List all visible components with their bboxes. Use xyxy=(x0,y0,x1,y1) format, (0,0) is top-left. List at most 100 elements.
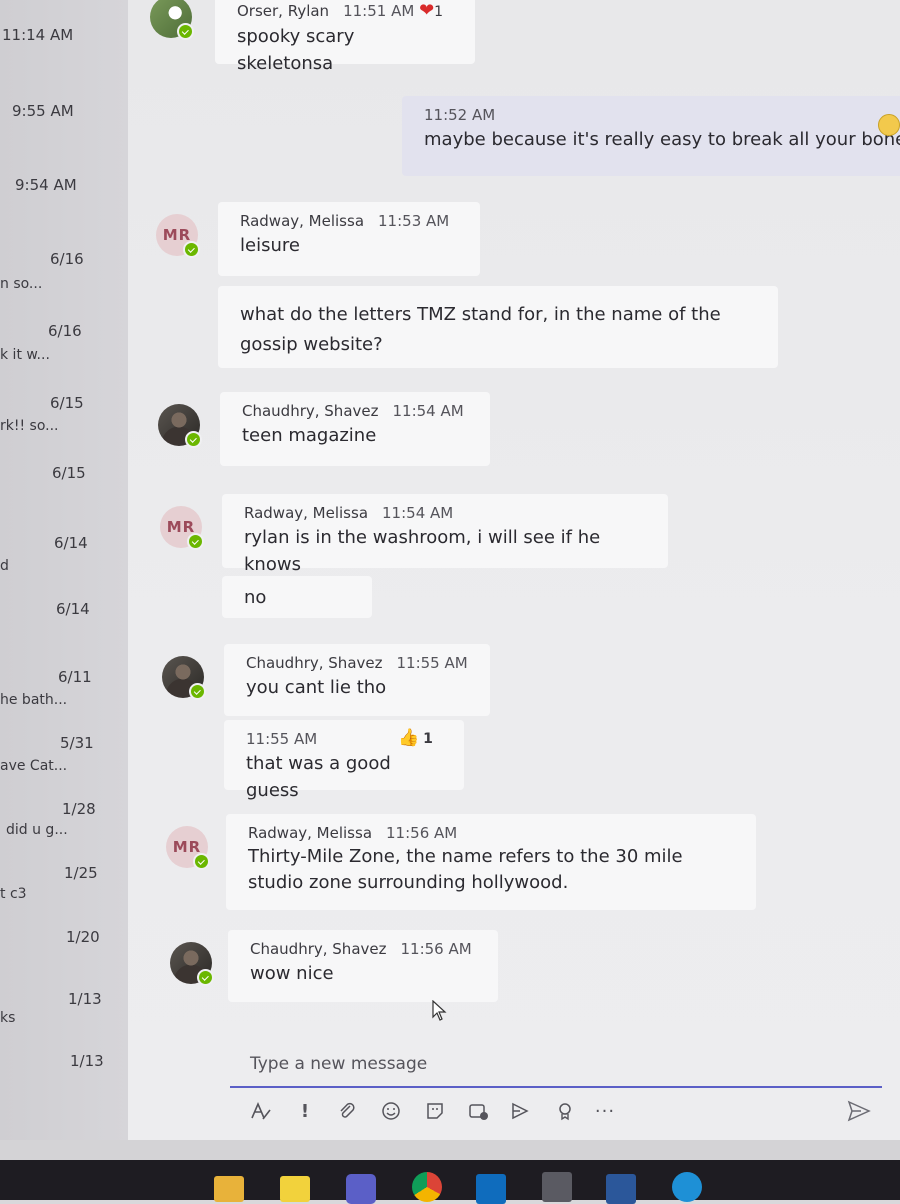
presence-available-icon xyxy=(189,683,206,700)
chat-list-item[interactable]: 6/16 k it w... xyxy=(0,316,128,376)
message-time: 11:56 AM xyxy=(386,824,458,842)
message-compose-input[interactable]: Type a new message xyxy=(230,1040,882,1088)
avatar[interactable]: MR xyxy=(160,506,204,550)
avatar[interactable]: MR xyxy=(166,826,210,870)
message-text: no xyxy=(244,587,267,608)
sticky-notes-icon[interactable] xyxy=(280,1176,310,1202)
chat-list-item[interactable]: 6/14 xyxy=(0,594,128,654)
message-text: leisure xyxy=(240,235,300,256)
chat-list-preview: k it w... xyxy=(0,347,50,363)
chat-list-item[interactable]: 9:54 AM xyxy=(0,170,128,230)
message-bubble[interactable]: Chaudhry, Shavez 11:55 AM you cant lie th… xyxy=(224,644,490,716)
sender-name: Radway, Melissa xyxy=(248,824,373,842)
meet-icon[interactable] xyxy=(464,1096,494,1126)
chat-list-time: 1/25 xyxy=(64,864,98,882)
internet-explorer-icon[interactable] xyxy=(672,1172,702,1202)
chat-list-item[interactable]: 6/11 he bath... xyxy=(0,662,128,722)
message-text: what do the letters TMZ stand for, in th… xyxy=(240,304,721,355)
avatar[interactable]: MR xyxy=(156,214,200,258)
chat-list-time: 9:55 AM xyxy=(12,102,74,120)
praise-icon[interactable] xyxy=(550,1096,580,1126)
chat-list-item[interactable]: 1/13 ks xyxy=(0,984,128,1044)
sticker-icon[interactable] xyxy=(420,1096,450,1126)
chat-list-time: 11:14 AM xyxy=(2,26,74,44)
important-icon[interactable]: ! xyxy=(290,1096,320,1126)
emoji-reaction-icon[interactable] xyxy=(878,114,900,136)
compose-toolbar: ! ··· xyxy=(240,1096,880,1126)
chat-list-time: 1/20 xyxy=(66,928,100,946)
chat-list-preview: d xyxy=(0,558,9,574)
message-time: 11:54 AM xyxy=(382,504,454,522)
reaction-count: 1 xyxy=(423,731,433,747)
heart-reaction-icon[interactable]: ❤ xyxy=(419,0,434,21)
windows-taskbar xyxy=(0,1160,900,1200)
presence-available-icon xyxy=(183,241,200,258)
message-bubble[interactable]: Radway, Melissa 11:56 AM Thirty-Mile Zone… xyxy=(226,814,756,910)
chat-list-time: 6/15 xyxy=(52,464,86,482)
chat-list-preview: he bath... xyxy=(0,692,68,708)
message-bubble[interactable]: Radway, Melissa 11:53 AM leisure xyxy=(218,202,480,276)
chat-list-time: 6/14 xyxy=(56,600,90,618)
chat-list-time: 6/14 xyxy=(54,534,88,552)
chrome-icon[interactable] xyxy=(412,1172,442,1202)
chat-list-preview: rk!! so... xyxy=(0,418,59,434)
chat-list-item[interactable]: 1/28 did u g... xyxy=(0,794,128,854)
message-bubble[interactable]: no xyxy=(222,576,372,618)
message-bubble[interactable]: Chaudhry, Shavez 11:54 AM teen magazine xyxy=(220,392,490,466)
chat-list-item[interactable]: 6/15 rk!! so... xyxy=(0,388,128,448)
sender-name: Chaudhry, Shavez xyxy=(250,940,387,958)
file-explorer-icon[interactable] xyxy=(214,1176,244,1202)
chat-list-item[interactable]: 1/13 xyxy=(0,1046,128,1106)
my-message-bubble[interactable]: 11:52 AM maybe because it's really easy … xyxy=(402,96,900,176)
attach-icon[interactable] xyxy=(332,1096,362,1126)
more-options-icon[interactable]: ··· xyxy=(590,1096,620,1126)
message-time: 11:52 AM xyxy=(424,106,496,124)
chat-list-preview: ave Cat... xyxy=(0,758,68,774)
chat-list-time: 1/13 xyxy=(70,1052,104,1070)
calculator-icon[interactable] xyxy=(542,1172,572,1202)
message-text: Thirty-Mile Zone, the name refers to the… xyxy=(248,846,683,893)
message-text: rylan is in the washroom, i will see if … xyxy=(244,527,601,575)
message-bubble[interactable]: Radway, Melissa 11:54 AM rylan is in the … xyxy=(222,494,668,575)
message-text: maybe because it's really easy to break … xyxy=(424,129,900,150)
presence-available-icon xyxy=(187,533,204,550)
chat-list-time: 1/13 xyxy=(68,990,102,1008)
chat-list-time: 6/15 xyxy=(50,394,84,412)
chat-list-item[interactable]: 6/15 xyxy=(0,458,128,518)
chat-list-item[interactable]: 1/25 t c3 xyxy=(0,858,128,918)
chat-list-time: 5/31 xyxy=(60,734,94,752)
avatar[interactable] xyxy=(170,942,214,986)
message-time: 11:56 AM xyxy=(400,940,472,958)
window-bottom-edge xyxy=(0,1140,900,1160)
presence-available-icon xyxy=(185,431,202,448)
avatar[interactable] xyxy=(162,656,206,700)
send-button[interactable] xyxy=(844,1096,874,1126)
presence-available-icon xyxy=(197,969,214,986)
message-bubble[interactable]: Orser, Rylan 11:51 AM ❤1 spooky scary ske… xyxy=(215,0,475,74)
chat-list-preview: n so... xyxy=(0,276,43,292)
emoji-icon[interactable] xyxy=(376,1096,406,1126)
format-icon[interactable] xyxy=(246,1096,276,1126)
chat-list-item[interactable]: 6/14 d xyxy=(0,528,128,588)
stream-icon[interactable] xyxy=(506,1096,536,1126)
sender-name: Orser, Rylan xyxy=(237,2,330,20)
chat-list-item[interactable]: 9:55 AM xyxy=(0,96,128,156)
reaction-count: 1 xyxy=(434,4,444,20)
message-bubble[interactable]: what do the letters TMZ stand for, in th… xyxy=(218,286,778,368)
chat-list-item[interactable]: 6/16 n so... xyxy=(0,244,128,304)
avatar[interactable] xyxy=(158,404,202,448)
chat-list-item[interactable]: 11:14 AM xyxy=(0,20,128,80)
avatar[interactable] xyxy=(150,0,194,40)
chat-list-item[interactable]: 1/20 xyxy=(0,922,128,982)
thumbs-up-reaction-icon[interactable]: 👍 xyxy=(398,728,419,748)
message-text: that was a good guess xyxy=(246,753,391,801)
sender-name: Radway, Melissa xyxy=(244,504,369,522)
chat-list-item[interactable]: 5/31 ave Cat... xyxy=(0,728,128,788)
message-bubble[interactable]: Chaudhry, Shavez 11:56 AM wow nice xyxy=(228,930,498,1002)
chat-list-preview: t c3 xyxy=(0,886,27,902)
message-text: spooky scary skeletonsa xyxy=(237,26,355,74)
chat-list-time: 1/28 xyxy=(62,800,96,818)
presence-available-icon xyxy=(177,23,194,40)
message-text: wow nice xyxy=(250,963,334,984)
message-bubble[interactable]: 11:55 AM 👍 1 that was a good guess xyxy=(224,720,464,801)
